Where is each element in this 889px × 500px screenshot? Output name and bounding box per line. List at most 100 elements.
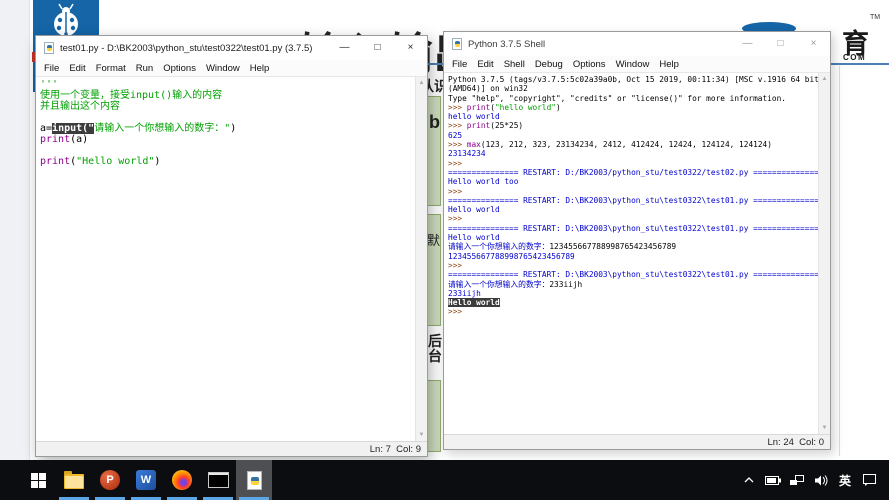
- code-line: Hello world: [448, 298, 500, 308]
- python-file-icon: [44, 42, 54, 54]
- shell-window: Python 3.7.5 Shell — □ × File Edit Shell De…: [443, 31, 831, 450]
- scroll-up-icon[interactable]: ▲: [819, 73, 830, 85]
- shell-transcript[interactable]: Python 3.7.5 (tags/v3.7.5:5c02a39a0b, Oc…: [444, 73, 818, 434]
- code-line: Python 3.7.5 (tags/v3.7.5:5c02a39a0b, Oc…: [448, 75, 818, 84]
- code-line: Hello world too: [448, 177, 519, 187]
- shell-cursor-position: Ln: 24 Col: 0: [767, 436, 824, 448]
- taskbar-firefox[interactable]: [164, 460, 200, 500]
- volume-icon[interactable]: [813, 471, 829, 489]
- shell-titlebar[interactable]: Python 3.7.5 Shell — □ ×: [444, 32, 830, 56]
- code-line: >>> print("hello world"): [448, 102, 561, 112]
- editor-minimize-button[interactable]: —: [328, 36, 361, 60]
- code-line: =============== RESTART: D:\BK2003\pytho…: [448, 195, 818, 205]
- code-line: print("Hello world"): [40, 156, 161, 167]
- editor-menu-help[interactable]: Help: [245, 63, 275, 74]
- code-line: 23134234: [448, 149, 486, 159]
- editor-menu-run[interactable]: Run: [131, 63, 158, 74]
- ime-language-indicator[interactable]: 英: [837, 471, 853, 489]
- editor-maximize-button[interactable]: □: [361, 36, 394, 60]
- editor-code[interactable]: ''' 使用一个变量，接受input()输入的内容 并且输出这个内容 a=input…: [36, 77, 415, 441]
- slide-text-fragment: b: [429, 112, 440, 132]
- code-line: >>>: [448, 158, 463, 168]
- code-line: >>> max(123, 212, 323, 23134234, 2412, 4…: [448, 140, 772, 150]
- python-idle-icon: [246, 470, 262, 490]
- code-line: =============== RESTART: D:\BK2003\pytho…: [448, 270, 818, 280]
- taskbar-python-idle[interactable]: [236, 460, 272, 500]
- shell-menubar: File Edit Shell Debug Options Window Help: [444, 56, 830, 73]
- editor-menu-format[interactable]: Format: [91, 63, 131, 74]
- battery-icon[interactable]: [765, 471, 781, 489]
- code-line: 123455667788998765423456789: [448, 251, 575, 261]
- code-line: print(a): [40, 134, 89, 145]
- code-line: =============== RESTART: D:\BK2003\pytho…: [448, 223, 818, 233]
- code-line: 请输入一个你想输入的数字：123455667788998765423456789: [448, 242, 677, 252]
- code-line: (AMD64)] on win32: [448, 84, 528, 94]
- slide-text-fragment: 默: [427, 233, 441, 248]
- editor-text-area[interactable]: ''' 使用一个变量，接受input()输入的内容 并且输出这个内容 a=input…: [36, 77, 427, 441]
- code-line: >>>: [448, 214, 463, 224]
- shell-menu-shell[interactable]: Shell: [499, 59, 530, 70]
- code-line: >>>: [448, 307, 463, 317]
- file-explorer-icon: [64, 471, 84, 489]
- shell-maximize-button[interactable]: □: [764, 32, 797, 56]
- python-shell-icon: [452, 38, 462, 50]
- shell-menu-debug[interactable]: Debug: [530, 59, 568, 70]
- editor-menu-options[interactable]: Options: [158, 63, 201, 74]
- editor-close-button[interactable]: ×: [394, 36, 427, 60]
- shell-minimize-button[interactable]: —: [731, 32, 764, 56]
- taskbar-terminal[interactable]: [200, 460, 236, 500]
- editor-window-title: test01.py - D:\BK2003\python_stu\test032…: [60, 42, 313, 54]
- shell-menu-file[interactable]: File: [447, 59, 472, 70]
- editor-window: test01.py - D:\BK2003\python_stu\test032…: [35, 35, 428, 457]
- code-line: >>> print(25*25): [448, 121, 524, 131]
- editor-titlebar[interactable]: test01.py - D:\BK2003\python_stu\test032…: [36, 36, 427, 60]
- editor-menubar: File Edit Format Run Options Window Help: [36, 60, 427, 77]
- brand-trademark: TM: [870, 14, 881, 21]
- shell-text-area[interactable]: Python 3.7.5 (tags/v3.7.5:5c02a39a0b, Oc…: [444, 73, 830, 434]
- taskbar-word[interactable]: W: [128, 460, 164, 500]
- code-line: >>>: [448, 186, 463, 196]
- shell-menu-window[interactable]: Window: [611, 59, 655, 70]
- code-line: 请输入一个你想输入的数字：233iijh: [448, 279, 583, 289]
- ladybug-icon: [54, 3, 78, 36]
- code-line: 使用一个变量，接受input()输入的内容: [40, 90, 223, 101]
- shell-scrollbar[interactable]: ▲ ▼: [818, 73, 830, 434]
- taskbar-file-explorer[interactable]: [56, 460, 92, 500]
- scroll-down-icon[interactable]: ▼: [416, 429, 427, 441]
- taskbar: P W 英: [0, 460, 889, 500]
- code-line: ''': [40, 79, 59, 90]
- code-line: Hello world: [448, 205, 500, 215]
- code-line: hello world: [448, 112, 500, 122]
- code-line: 233iijh: [448, 288, 481, 298]
- shell-menu-edit[interactable]: Edit: [472, 59, 498, 70]
- shell-statusbar: Ln: 24 Col: 0: [444, 434, 830, 449]
- action-center-icon[interactable]: [861, 471, 877, 489]
- code-line: >>>: [448, 260, 463, 270]
- taskbar-powerpoint[interactable]: P: [92, 460, 128, 500]
- hidden-icons-chevron-icon[interactable]: [741, 471, 757, 489]
- shell-menu-help[interactable]: Help: [654, 59, 684, 70]
- code-line: 并且输出这个内容: [40, 101, 120, 112]
- code-line: a=input("请输入一个你想输入的数字："): [40, 123, 237, 134]
- slide-text-fragment: 后台: [428, 333, 442, 364]
- code-line: 625: [448, 130, 463, 140]
- page-left-margin: [0, 0, 30, 460]
- firefox-icon: [172, 470, 192, 490]
- scroll-down-icon[interactable]: ▼: [819, 422, 830, 434]
- network-icon[interactable]: [789, 471, 805, 489]
- editor-menu-edit[interactable]: Edit: [64, 63, 90, 74]
- shell-close-button[interactable]: ×: [797, 32, 830, 56]
- shell-window-title: Python 3.7.5 Shell: [468, 38, 546, 50]
- shell-menu-options[interactable]: Options: [568, 59, 611, 70]
- code-line: Hello world: [448, 233, 500, 243]
- editor-scrollbar[interactable]: ▲ ▼: [415, 77, 427, 441]
- start-button[interactable]: [20, 460, 56, 500]
- editor-menu-window[interactable]: Window: [201, 63, 245, 74]
- ime-label: 英: [838, 473, 851, 488]
- brand-com: COM: [843, 53, 867, 62]
- scroll-up-icon[interactable]: ▲: [416, 77, 427, 89]
- editor-statusbar: Ln: 7 Col: 9: [36, 441, 427, 456]
- editor-menu-file[interactable]: File: [39, 63, 64, 74]
- powerpoint-icon: P: [100, 470, 120, 490]
